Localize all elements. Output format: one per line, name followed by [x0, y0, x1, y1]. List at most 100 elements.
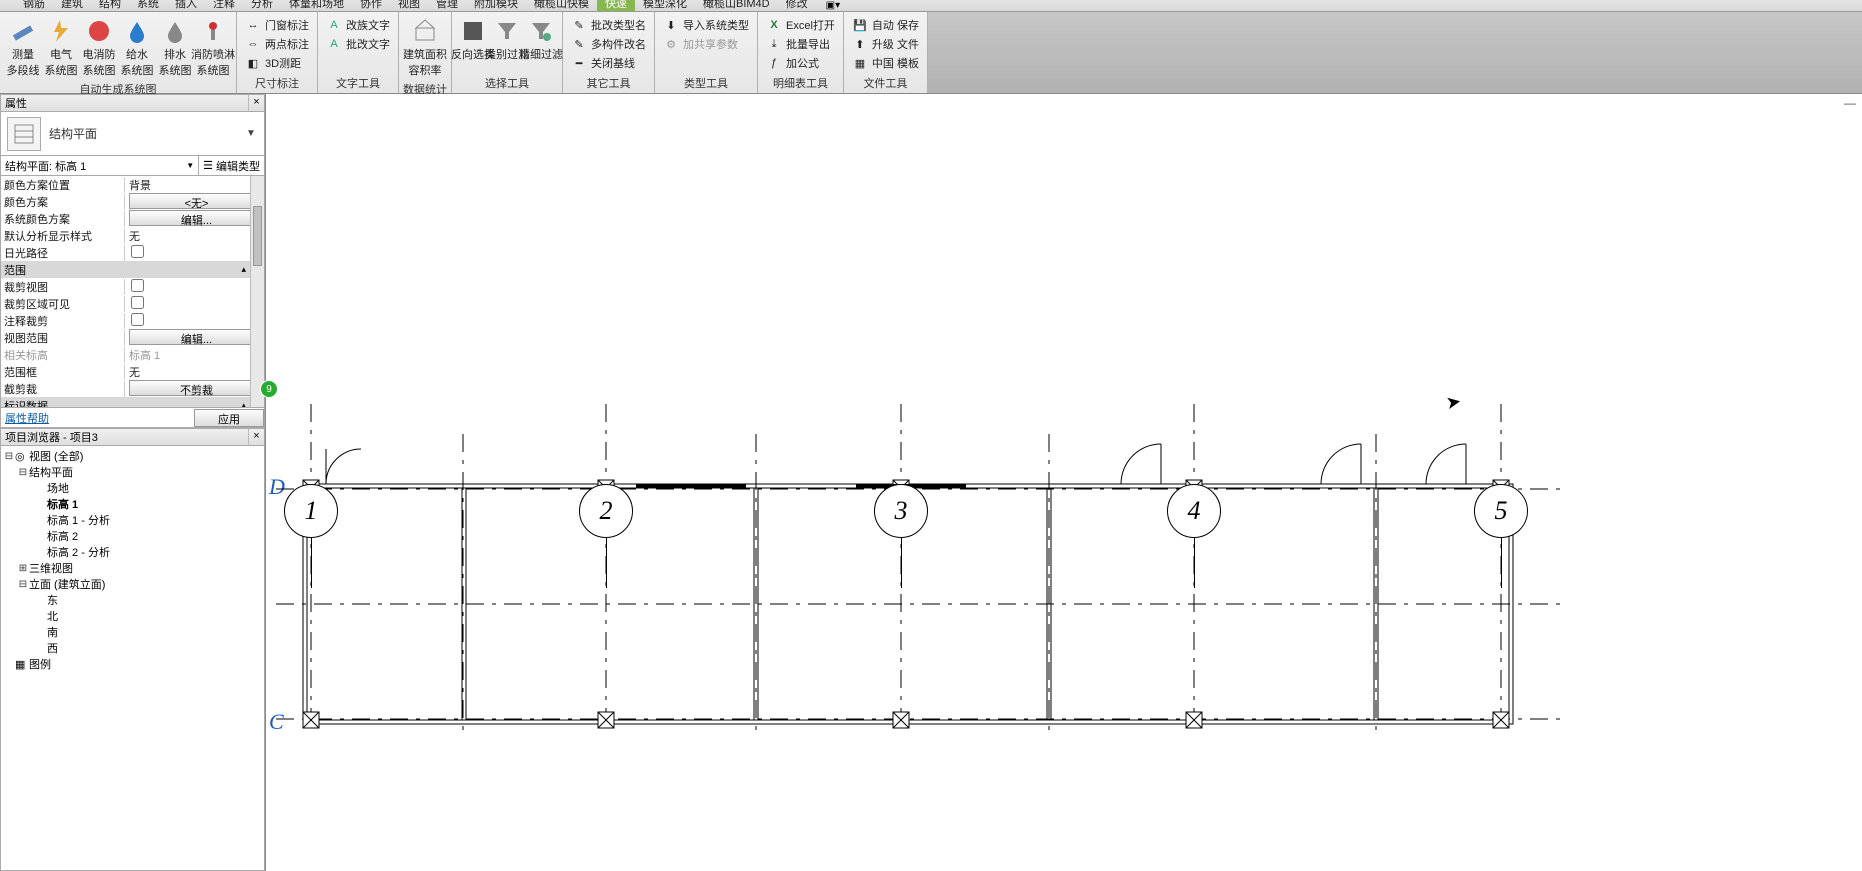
- tree-row[interactable]: ⊟结构平面: [1, 464, 264, 480]
- ribbon-tab[interactable]: 钢筋: [15, 0, 53, 11]
- ribbon-tab[interactable]: 橄榄山快模: [526, 0, 597, 11]
- prop-value[interactable]: 编辑...: [125, 329, 264, 346]
- sunpath-checkbox[interactable]: [131, 245, 144, 258]
- tree-row[interactable]: 东: [1, 592, 264, 608]
- ribbon-tab[interactable]: 注释: [205, 0, 243, 11]
- cropvisible-checkbox[interactable]: [131, 296, 144, 309]
- panel-type-tools: ⬇导入系统类型 ⚙加共享参数 类型工具: [655, 12, 758, 93]
- prop-value[interactable]: 不剪裁: [125, 380, 264, 397]
- prop-value[interactable]: 背景: [125, 177, 264, 193]
- btn-measure[interactable]: 测量多段线: [4, 14, 42, 80]
- sys-color-button[interactable]: 编辑...: [129, 210, 264, 226]
- tree-row-active[interactable]: 标高 1: [1, 496, 264, 512]
- ribbon-tab[interactable]: 修改: [778, 0, 816, 11]
- tree-row[interactable]: ⊞三维视图: [1, 560, 264, 576]
- prop-value[interactable]: 无: [125, 364, 264, 380]
- btn-multi-rename[interactable]: ✎多构件改名: [567, 35, 650, 53]
- excel-icon: X: [766, 17, 782, 33]
- tree-row[interactable]: 南: [1, 624, 264, 640]
- tree-row[interactable]: ⊟立面 (建筑立面): [1, 576, 264, 592]
- tree-toggle-icon[interactable]: ⊟: [17, 579, 29, 590]
- properties-title: 属性: [5, 95, 27, 111]
- close-icon[interactable]: ×: [248, 429, 264, 445]
- prop-value[interactable]: [125, 245, 264, 261]
- btn-close-baseline[interactable]: ━关闭基线: [567, 54, 650, 72]
- ribbon-tab[interactable]: 建筑: [53, 0, 91, 11]
- edit-type-button[interactable]: ☰编辑类型: [199, 158, 264, 174]
- annocrop-checkbox[interactable]: [131, 313, 144, 326]
- view-range-button[interactable]: 编辑...: [129, 329, 264, 345]
- ribbon-tab[interactable]: 插入: [167, 0, 205, 11]
- type-selector[interactable]: 结构平面 ▼: [0, 112, 265, 156]
- properties-scrollbar[interactable]: [250, 176, 264, 407]
- type-name: 结构平面: [49, 125, 238, 142]
- ribbon-tab[interactable]: 分析: [243, 0, 281, 11]
- prop-value[interactable]: [125, 279, 264, 295]
- btn-add-formula[interactable]: ƒ加公式: [762, 54, 839, 72]
- btn-import-sys-type[interactable]: ⬇导入系统类型: [659, 16, 753, 34]
- instance-selector[interactable]: 结构平面: 标高 1▼: [1, 156, 199, 175]
- btn-excel-open[interactable]: XExcel打开: [762, 16, 839, 34]
- color-scheme-button[interactable]: <无>: [129, 193, 264, 209]
- ribbon-expand-icon[interactable]: ▣▾: [820, 0, 846, 11]
- cropview-checkbox[interactable]: [131, 279, 144, 292]
- fire-alarm-icon: [84, 16, 114, 46]
- prop-group[interactable]: 标识数据▴: [1, 397, 264, 408]
- tree-row[interactable]: 北: [1, 608, 264, 624]
- ribbon-tab[interactable]: 附加模块: [466, 0, 526, 11]
- tree-row[interactable]: ⊟◎视图 (全部): [1, 448, 264, 464]
- prop-key: 裁剪视图: [1, 279, 125, 295]
- prop-key: 颜色方案: [1, 194, 125, 210]
- apply-button[interactable]: 应用: [194, 409, 264, 427]
- depth-crop-button[interactable]: 不剪裁: [129, 380, 264, 396]
- btn-two-point-dim[interactable]: ⇔两点标注: [241, 35, 313, 53]
- btn-batch-change-text[interactable]: A批改文字: [322, 35, 394, 53]
- tree-row[interactable]: 场地: [1, 480, 264, 496]
- properties-footer: 属性帮助 应用: [0, 408, 265, 428]
- btn-china-template[interactable]: ▦中国 模板: [848, 54, 923, 72]
- prop-value[interactable]: 编辑...: [125, 210, 264, 227]
- tree-row[interactable]: 西: [1, 640, 264, 656]
- ribbon-tab[interactable]: 协作: [352, 0, 390, 11]
- prop-group[interactable]: 范围▴: [1, 261, 264, 278]
- close-icon[interactable]: ×: [248, 95, 264, 111]
- ribbon-tab[interactable]: 模型深化: [635, 0, 695, 11]
- prop-value[interactable]: 无: [125, 228, 264, 244]
- btn-autosave[interactable]: 💾自动 保存: [848, 16, 923, 34]
- ribbon-tab[interactable]: 系统: [129, 0, 167, 11]
- panel-file-tools: 💾自动 保存 ⬆升级 文件 ▦中国 模板 文件工具: [844, 12, 928, 93]
- btn-change-family-text[interactable]: A改族文字: [322, 16, 394, 34]
- tree-toggle-icon[interactable]: ⊞: [17, 563, 29, 574]
- tree-row[interactable]: 标高 1 - 分析: [1, 512, 264, 528]
- ribbon-tab[interactable]: 结构: [91, 0, 129, 11]
- tree-row[interactable]: 标高 2: [1, 528, 264, 544]
- prop-value[interactable]: <无>: [125, 193, 264, 210]
- tree-row[interactable]: 标高 2 - 分析: [1, 544, 264, 560]
- prop-value[interactable]: [125, 313, 264, 329]
- tree-toggle-icon[interactable]: ⊟: [17, 467, 29, 478]
- btn-3d-measure[interactable]: ◧3D测距: [241, 54, 313, 72]
- btn-upgrade-file[interactable]: ⬆升级 文件: [848, 35, 923, 53]
- ribbon-tab[interactable]: 视图: [390, 0, 428, 11]
- dropdown-icon[interactable]: ▼: [246, 128, 258, 139]
- prop-value[interactable]: [125, 296, 264, 312]
- properties-help-link[interactable]: 属性帮助: [5, 410, 49, 426]
- drawing-canvas[interactable]: 9 — D C ➤: [266, 94, 1862, 871]
- tree-toggle-icon[interactable]: ⊟: [3, 451, 15, 462]
- ribbon-tab[interactable]: 橄榄山BIM4D: [695, 0, 778, 11]
- scroll-thumb[interactable]: [253, 206, 262, 266]
- btn-precise-filter[interactable]: 精细过滤: [524, 14, 558, 64]
- btn-batch-export[interactable]: ⤓批量导出: [762, 35, 839, 53]
- tree-row[interactable]: ▦图例: [1, 656, 264, 672]
- btn-sprinkler[interactable]: 消防喷淋系统图: [194, 14, 232, 80]
- btn-change-type-name[interactable]: ✎批改类型名: [567, 16, 650, 34]
- btn-building-area[interactable]: 建筑面积容积率: [406, 14, 444, 80]
- btn-elec-fire[interactable]: 电消防系统图: [80, 14, 118, 80]
- btn-electric[interactable]: 电气系统图: [42, 14, 80, 80]
- btn-drain[interactable]: 排水系统图: [156, 14, 194, 80]
- ribbon-tab-active[interactable]: 快速: [597, 0, 635, 11]
- ribbon-tab[interactable]: 体量和场地: [281, 0, 352, 11]
- ribbon-tab[interactable]: 管理: [428, 0, 466, 11]
- btn-door-window-dim[interactable]: ↔门窗标注: [241, 16, 313, 34]
- btn-water-supply[interactable]: 给水系统图: [118, 14, 156, 80]
